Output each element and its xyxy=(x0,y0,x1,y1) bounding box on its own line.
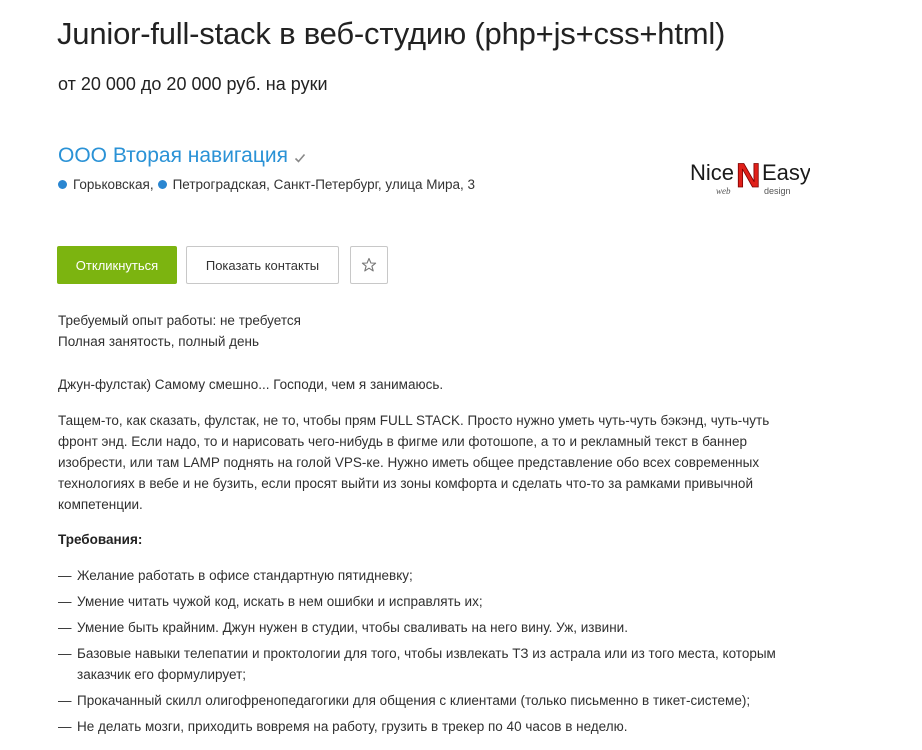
list-item: — Умение быть крайним. Джун нужен в студи… xyxy=(58,620,628,635)
star-icon xyxy=(361,257,377,272)
metro-address: Петроградская, Санкт-Петербург, улица Ми… xyxy=(172,177,476,192)
salary: от 20 000 до 20 000 руб. на руки xyxy=(58,74,328,94)
respond-button[interactable]: Откликнуться xyxy=(57,246,177,284)
vacancy-title: Junior-full-stack в веб-студию (php+js+c… xyxy=(57,16,726,51)
company-address: Горьковская, Петроградская, Санкт-Петерб… xyxy=(58,177,475,192)
logo-sub-right: design xyxy=(764,186,791,196)
list-item: — Прокачанный скилл олигофренопедагогики … xyxy=(58,693,751,708)
list-item: — Базовые навыки телепатии и проктологии … xyxy=(58,646,776,682)
show-contacts-button[interactable]: Показать контакты xyxy=(186,246,339,284)
verified-check-icon xyxy=(294,153,306,163)
requirements-title: Требования: xyxy=(58,532,143,547)
employment-text: Полная занятость, полный день xyxy=(58,334,260,349)
company-row: ООО Вторая навигация xyxy=(58,144,306,168)
vacancy-meta: Требуемый опыт работы: не требуется Полн… xyxy=(58,310,301,352)
list-item: — Умение читать чужой код, искать в нем о… xyxy=(58,594,483,609)
logo-text-right: Easy xyxy=(762,160,810,185)
company-link[interactable]: ООО Вторая навигация xyxy=(58,144,288,168)
metro-dot-icon xyxy=(58,180,67,189)
logo-text-left: Nice xyxy=(690,160,734,185)
list-item: — Не делать мозги, приходить вовремя на р… xyxy=(58,719,628,734)
list-item: — Желание работать в офисе стандартную пя… xyxy=(58,568,413,583)
logo-text-mid: N xyxy=(736,157,761,195)
metro-dot-icon xyxy=(157,180,167,189)
description-body: Тащем-то, как сказать, фулстак, не то, ч… xyxy=(58,413,770,512)
description-intro: Джун-фулстак) Самому смешно... Господи, … xyxy=(58,377,444,392)
company-logo: Nice N Easy web design xyxy=(690,147,811,203)
experience-text: Требуемый опыт работы: не требуется xyxy=(58,313,301,328)
logo-sub-left: web xyxy=(716,186,731,196)
metro-station: Горьковская, xyxy=(73,177,154,192)
favorite-button[interactable] xyxy=(350,246,388,284)
requirements-list: — Желание работать в офисе стандартную пя… xyxy=(58,565,818,742)
